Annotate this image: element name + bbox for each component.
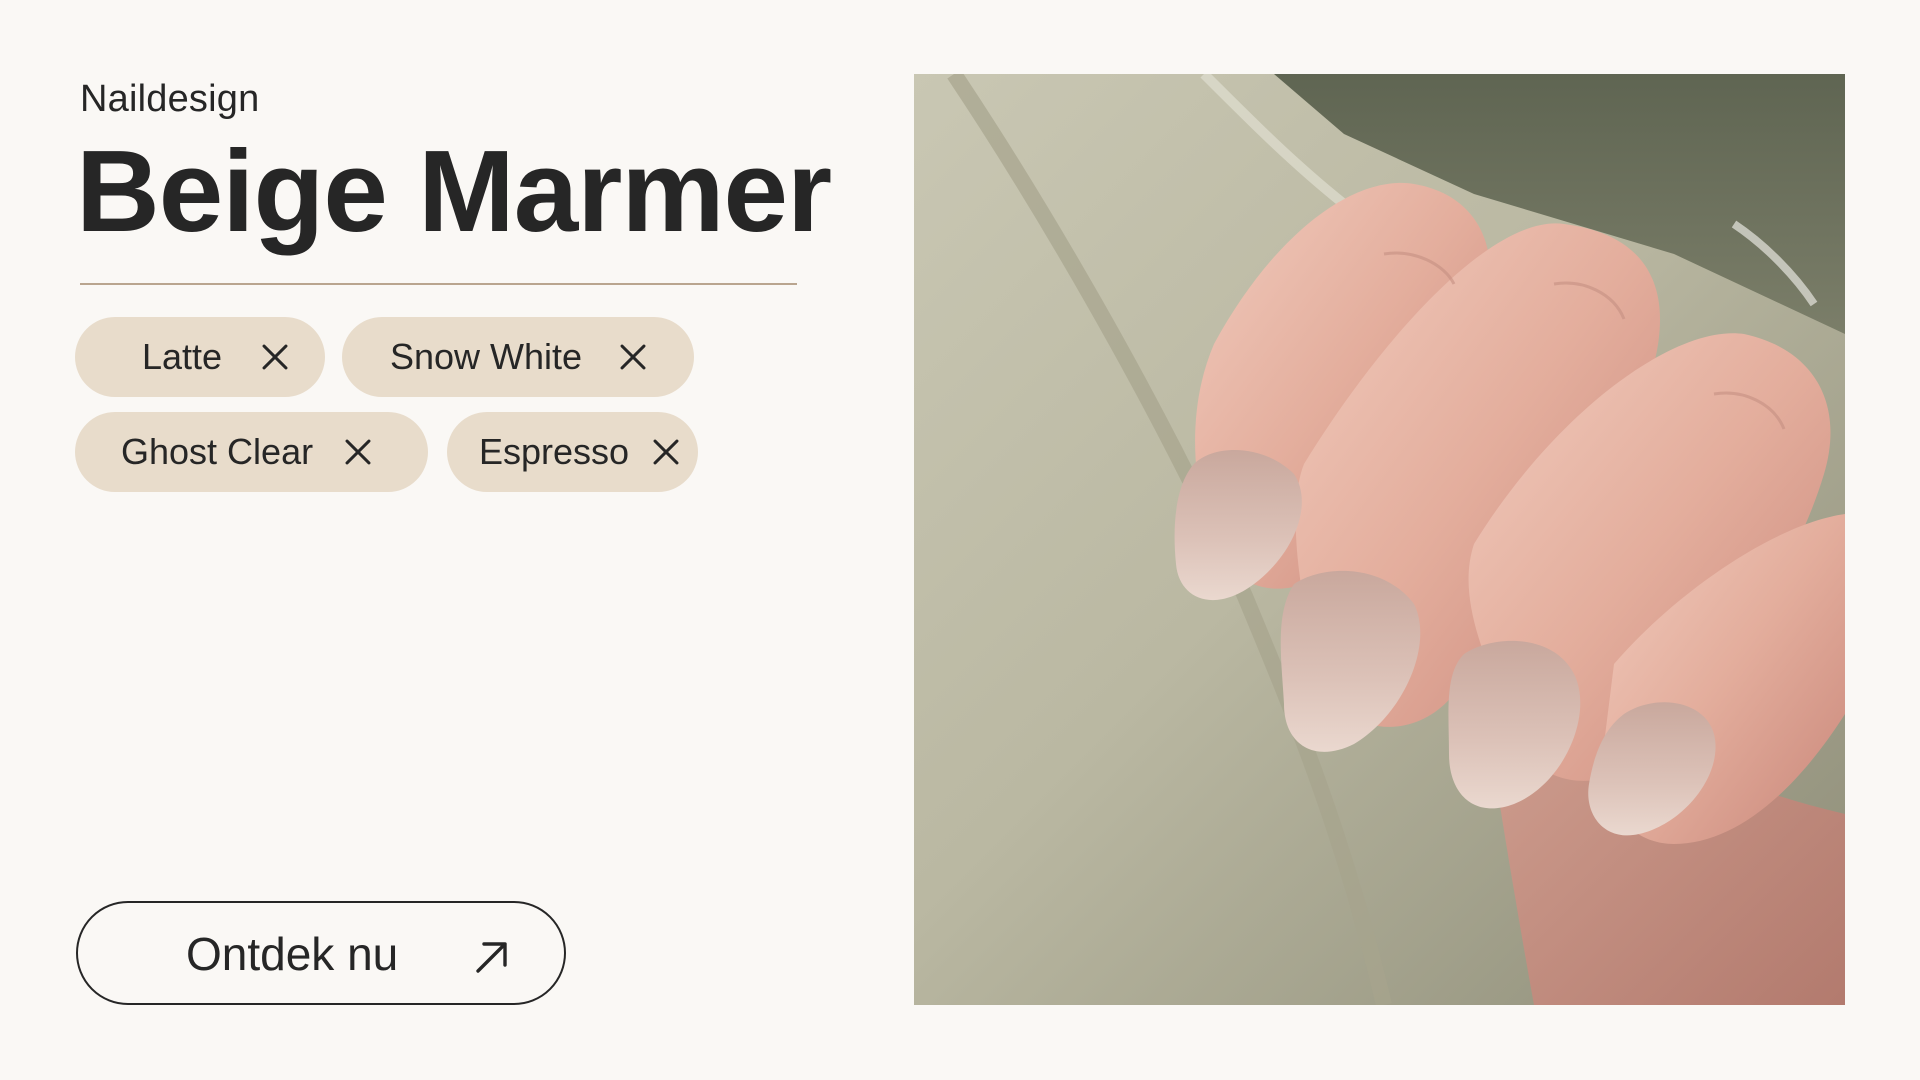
product-photo (914, 74, 1845, 1005)
discover-button[interactable]: Ontdek nu (76, 901, 566, 1005)
tag-label: Snow White (390, 336, 583, 377)
content-panel: Naildesign Beige Marmer Latte Snow White… (0, 0, 900, 1080)
discover-button-label: Ontdek nu (186, 928, 399, 980)
tag-label: Espresso (479, 431, 630, 472)
tag-label: Ghost Clear (121, 431, 314, 472)
tag-chip-latte: Latte (75, 317, 325, 397)
category-label: Naildesign (80, 78, 260, 120)
arrow-up-right-icon (476, 942, 507, 973)
tag-chip-espresso: Espresso (447, 412, 698, 492)
page-title: Beige Marmer (76, 126, 832, 256)
close-icon[interactable] (343, 437, 373, 467)
close-icon[interactable] (260, 342, 290, 372)
tag-chip-ghost-clear: Ghost Clear (75, 412, 428, 492)
close-icon[interactable] (618, 342, 648, 372)
tag-chip-snow-white: Snow White (342, 317, 694, 397)
tag-label: Latte (142, 336, 223, 377)
close-icon[interactable] (651, 437, 681, 467)
divider (80, 283, 797, 285)
